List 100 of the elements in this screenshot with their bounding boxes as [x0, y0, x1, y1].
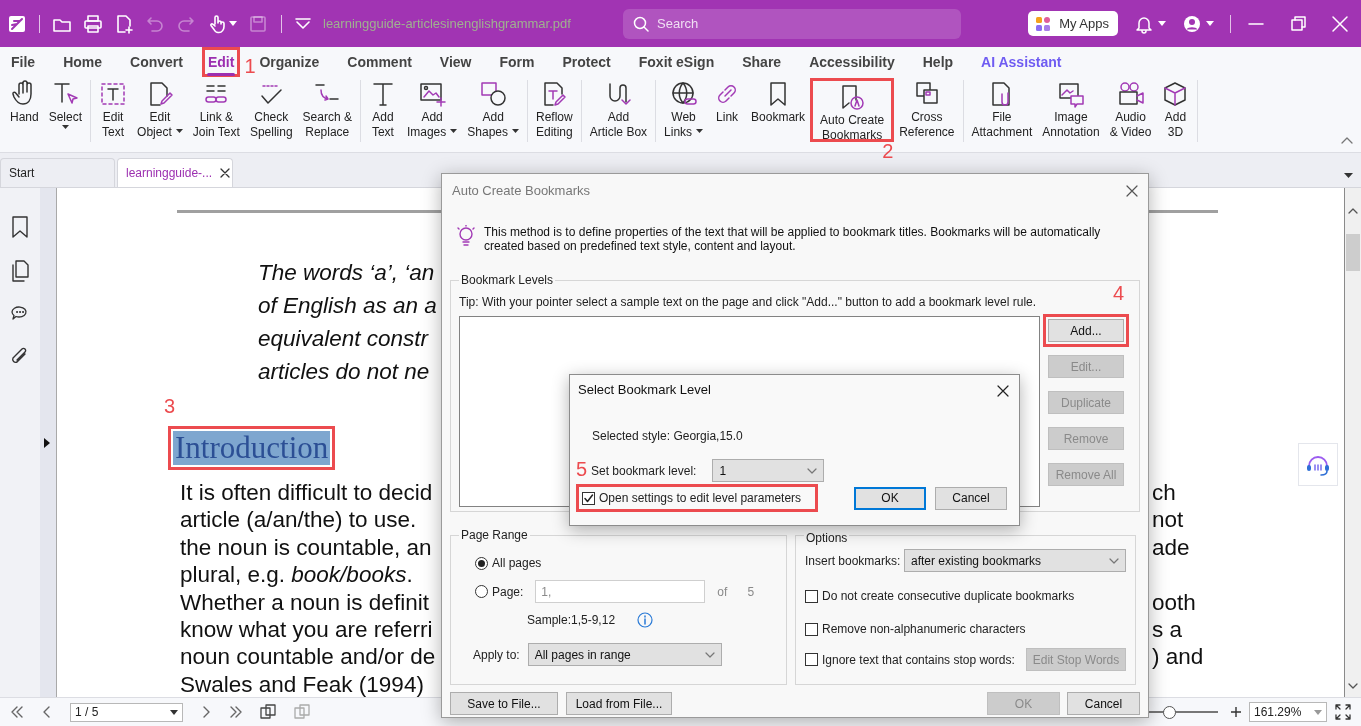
menu-tab[interactable]: AI Assistant — [980, 52, 1063, 72]
scroll-thumb[interactable] — [1346, 234, 1360, 271]
ribbon-button[interactable]: Audio & Video — [1104, 80, 1157, 146]
last-page-icon[interactable] — [229, 705, 243, 719]
menu-tab[interactable]: Organize — [258, 52, 321, 72]
callout-number: 1 — [244, 55, 256, 77]
body-text: know what you are referri — [180, 617, 433, 643]
dropdown[interactable]: All pages in range — [527, 643, 722, 666]
callout-number: 2 — [882, 140, 894, 162]
ribbon-button[interactable]: Add Article Box — [584, 80, 653, 146]
ribbon-button[interactable]: Cross Reference — [894, 80, 960, 146]
radio-label: Page: — [492, 583, 524, 601]
dialog-title: Auto Create Bookmarks — [452, 181, 590, 200]
dropdown[interactable]: after existing bookmarks — [904, 549, 1126, 572]
body-text: ch — [1152, 479, 1176, 507]
menu-tab[interactable]: View — [438, 52, 473, 72]
caret-icon — [512, 129, 519, 134]
ribbon-button[interactable]: Select — [43, 80, 88, 146]
pages-icon[interactable] — [11, 260, 29, 282]
menu-tab[interactable]: Convert — [129, 52, 184, 72]
ribbon-button[interactable]: Search & Replace — [297, 80, 357, 146]
bookmark-icon[interactable] — [11, 216, 29, 238]
menu-tab[interactable]: Form — [498, 52, 536, 72]
caret-icon[interactable] — [1206, 20, 1214, 27]
ribbon-button[interactable]: Check Spelling — [244, 80, 298, 146]
menu-tab[interactable]: Share — [741, 52, 783, 72]
field-label: Apply to: — [473, 646, 520, 664]
app-logo-icon[interactable] — [8, 14, 26, 33]
zoom-selector[interactable]: 161.29% — [1249, 702, 1327, 722]
checkbox[interactable] — [805, 589, 818, 603]
ribbon-button[interactable]: Reflow Editing — [531, 80, 578, 146]
document-tab[interactable]: learningguide-... — [117, 158, 233, 187]
expand-panel-icon[interactable] — [44, 437, 50, 448]
collapse-ribbon-icon[interactable] — [1341, 136, 1353, 144]
ribbon-button[interactable]: Bookmark — [746, 80, 811, 146]
apps-button[interactable]: My Apps — [1028, 10, 1118, 37]
callout-number: 5 — [576, 458, 588, 480]
menu-tab[interactable]: Protect — [561, 52, 612, 72]
field-label: Set bookmark level: — [591, 462, 697, 480]
ribbon-button[interactable]: Add Images — [401, 80, 463, 146]
ribbon-button[interactable]: Link — [708, 80, 747, 146]
checkbox[interactable] — [805, 622, 818, 636]
dialog-button[interactable]: Add... — [1048, 319, 1124, 342]
printer-icon[interactable] — [83, 13, 103, 34]
ribbon-button[interactable]: Web Links — [659, 80, 709, 146]
ribbon-button[interactable]: Hand — [5, 80, 44, 146]
ribbon-button[interactable]: Image Annotation — [1037, 80, 1105, 146]
caret-icon[interactable] — [1158, 20, 1166, 27]
radio-button[interactable] — [475, 585, 488, 598]
new-file-icon[interactable] — [114, 13, 134, 34]
rotate-pages-icon[interactable] — [259, 703, 277, 721]
user-avatar-icon[interactable] — [1182, 13, 1202, 34]
caret-icon — [175, 129, 183, 134]
ribbon-button[interactable]: Edit Text — [94, 80, 133, 146]
dialog-button[interactable]: Save to File... — [450, 692, 558, 715]
menu-tab[interactable]: File — [10, 52, 37, 72]
lightbulb-icon — [456, 225, 476, 247]
fullscreen-icon[interactable] — [1335, 704, 1351, 720]
ribbon-button[interactable]: Add Text — [363, 80, 402, 146]
close-icon — [997, 384, 1009, 397]
dialog-button[interactable]: Load from File... — [566, 692, 672, 715]
menu-tab[interactable]: Help — [921, 52, 955, 72]
ribbon-button[interactable]: Add 3D — [1156, 80, 1195, 146]
first-page-icon[interactable] — [10, 705, 24, 719]
info-icon[interactable] — [637, 612, 654, 628]
ribbon-button[interactable]: Add Shapes — [462, 80, 524, 146]
body-text: article (a/an/the) to use. — [180, 507, 417, 533]
ribbon-button[interactable]: File Attachment — [966, 80, 1038, 146]
tab-list-caret-icon[interactable] — [1344, 173, 1353, 179]
dropdown-icon[interactable] — [294, 16, 312, 31]
video-camera-icon — [1116, 80, 1145, 108]
menu-tab[interactable]: Accessibility — [808, 52, 896, 72]
scrollbar[interactable] — [1345, 188, 1361, 697]
page-selector[interactable]: 1 / 5 — [70, 702, 183, 722]
assistant-button[interactable] — [1298, 443, 1338, 486]
chevron-icon — [704, 651, 715, 658]
body-text: the noun is countable, an — [180, 534, 432, 560]
ribbon-button[interactable]: Link & Join Text — [187, 80, 245, 146]
zoom-in-icon[interactable] — [1231, 707, 1241, 717]
checkbox[interactable] — [582, 491, 595, 505]
dropdown[interactable]: 1 — [712, 459, 825, 482]
menu-tab[interactable]: Home — [62, 52, 104, 72]
file-name: learningguide-articlesinenglishgrammar.pdf — [323, 14, 571, 33]
body-text: s a — [1152, 616, 1182, 644]
caret-icon[interactable] — [229, 20, 237, 27]
radio-button[interactable] — [475, 556, 488, 570]
dialog-button[interactable]: Cancel — [1067, 692, 1140, 715]
menu-tab[interactable]: Comment — [346, 52, 413, 72]
dialog-button[interactable]: OK — [854, 486, 926, 510]
close-icon[interactable] — [220, 168, 231, 178]
menu-tab[interactable]: Foxit eSign — [637, 52, 716, 72]
apps-grid-icon — [1035, 15, 1052, 32]
document-tab[interactable]: Start — [0, 158, 115, 187]
dialog-button[interactable]: Cancel — [935, 486, 1007, 510]
checkbox[interactable] — [805, 653, 818, 666]
tip-text: Tip: With your pointer select a sample text on the page and click "Add..." button to add a bookmark level rule. — [459, 295, 1037, 309]
hand-pointer-icon[interactable] — [207, 13, 227, 34]
ribbon-button[interactable]: Edit Object — [132, 80, 188, 146]
group-title: Bookmark Levels — [459, 273, 556, 287]
body-text: It is often difficult to decid — [180, 480, 433, 505]
